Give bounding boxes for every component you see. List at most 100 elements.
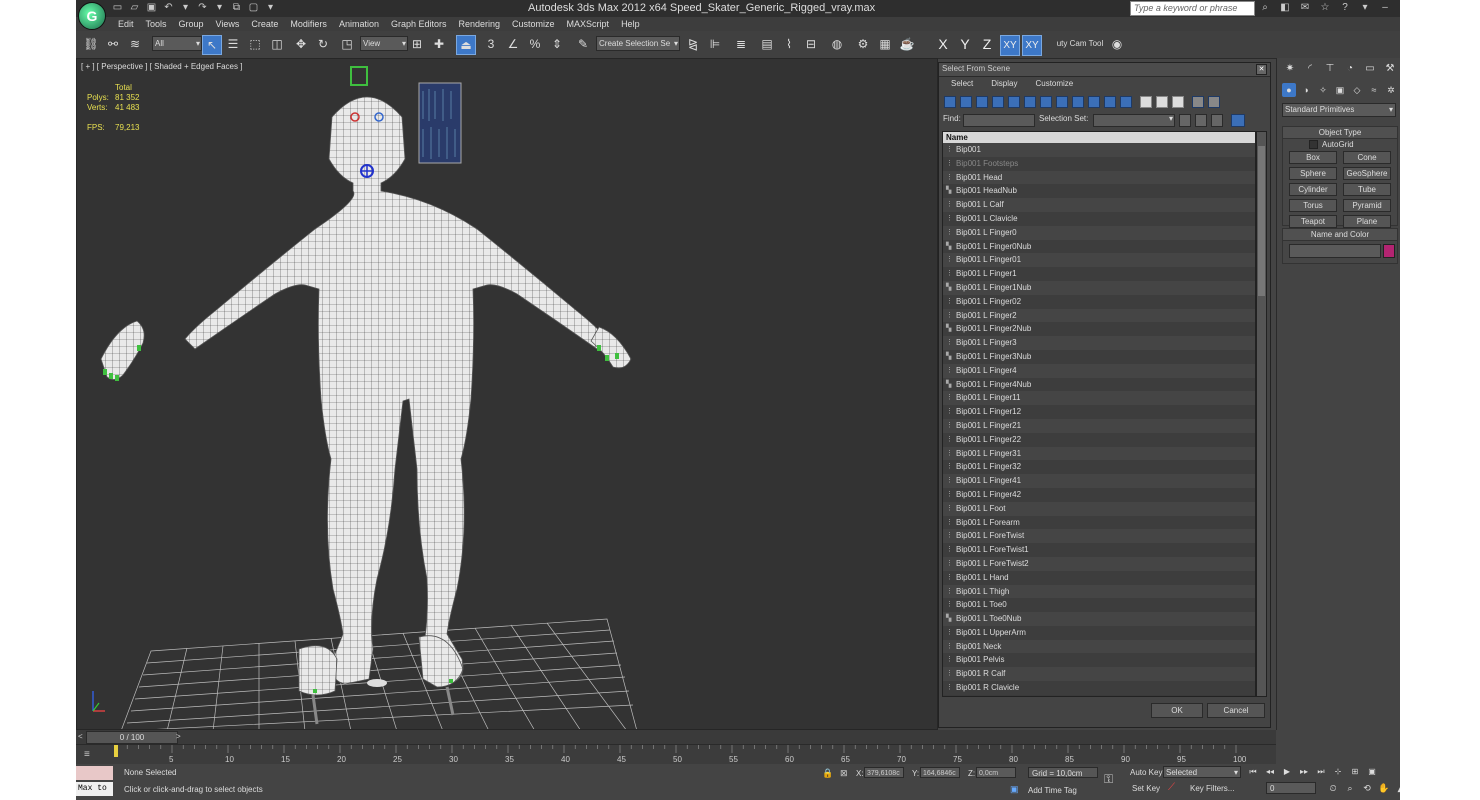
align-icon[interactable]: ⊫ bbox=[706, 35, 724, 53]
display-geometry-icon[interactable] bbox=[944, 96, 956, 108]
torus-button[interactable]: Torus bbox=[1289, 199, 1337, 212]
helpers-category-icon[interactable]: ◇ bbox=[1350, 83, 1364, 97]
current-time-marker[interactable] bbox=[114, 745, 118, 757]
sphere-button[interactable]: Sphere bbox=[1289, 167, 1337, 180]
graphite-tools-icon[interactable]: ▤ bbox=[758, 35, 776, 53]
list-item[interactable]: ⋮ Bip001 L Calf bbox=[943, 198, 1255, 212]
selection-lock-icon[interactable]: 🔒 bbox=[822, 768, 833, 779]
key-mode-dropdown[interactable]: Selected bbox=[1163, 766, 1241, 779]
axis-z-button[interactable]: Z bbox=[978, 35, 996, 54]
communication-icon[interactable]: ✉ bbox=[1298, 1, 1312, 15]
scrollbar-thumb[interactable] bbox=[1258, 146, 1265, 296]
menu-modifiers[interactable]: Modifiers bbox=[284, 18, 333, 30]
object-type-title[interactable]: Object Type bbox=[1283, 127, 1397, 139]
current-frame-field[interactable]: 0 bbox=[1266, 782, 1316, 794]
spinner-snap-icon[interactable]: ⇕ bbox=[548, 35, 566, 53]
cam-tool-label[interactable]: uty Cam Tool bbox=[1056, 35, 1104, 53]
list-item[interactable]: ⋮ Bip001 L Thigh bbox=[943, 584, 1255, 599]
key-mode-toggle-icon[interactable]: ⟋ bbox=[1168, 782, 1175, 793]
maximize-icon[interactable]: ▫ bbox=[1398, 1, 1400, 15]
curve-editor-icon[interactable]: ⌇ bbox=[780, 35, 798, 53]
window-crossing-icon[interactable]: ◫ bbox=[268, 35, 286, 53]
texture-preview-plane[interactable] bbox=[418, 82, 462, 164]
find-input[interactable] bbox=[963, 114, 1035, 127]
undo-icon[interactable]: ↶ bbox=[161, 1, 176, 15]
auto-key-button[interactable]: Auto Key bbox=[1130, 768, 1162, 777]
save-file-icon[interactable]: ▣ bbox=[144, 1, 159, 15]
list-item[interactable]: ⋮ Bip001 L Finger4 bbox=[943, 363, 1255, 378]
track-bar[interactable]: ≡ 5 10 15 20 25 30 35 40 45 50 55 60 65 70 75 80 85 90 95 1… bbox=[76, 744, 1276, 765]
help-dropdown-icon[interactable]: ▾ bbox=[1358, 1, 1372, 15]
selection-set-remove-icon[interactable] bbox=[1195, 114, 1207, 127]
list-item[interactable]: ⋮ Bip001 L Finger21 bbox=[943, 418, 1255, 433]
link-icon[interactable]: ⛓ bbox=[82, 35, 100, 53]
perspective-viewport[interactable]: [ + ] [ Perspective ] [ Shaded + Edged F… bbox=[76, 58, 938, 730]
systems-category-icon[interactable]: ✲ bbox=[1384, 83, 1398, 97]
lights-category-icon[interactable]: ✧ bbox=[1316, 83, 1330, 97]
reference-coordinate-dropdown[interactable]: View bbox=[360, 36, 408, 51]
list-item[interactable]: ⋮ Bip001 Pelvis bbox=[943, 653, 1255, 668]
edit-named-selection-icon[interactable]: ✎ bbox=[574, 35, 592, 53]
autogrid-checkbox[interactable]: AutoGrid bbox=[1309, 140, 1354, 150]
scene-object-list[interactable]: Name ⋮ Bip001 ⋮ Bip001 Footsteps ⋮ Bip001 Hea… bbox=[942, 131, 1256, 697]
time-config-icon[interactable]: ⏲ bbox=[1326, 782, 1340, 794]
list-item[interactable]: ⋮ Bip001 L ForeTwist bbox=[943, 529, 1255, 544]
ok-button[interactable]: OK bbox=[1151, 703, 1203, 718]
favorites-star-icon[interactable]: ☆ bbox=[1318, 1, 1332, 15]
select-manipulate-icon[interactable]: ✚ bbox=[430, 35, 448, 53]
menu-maxscript[interactable]: MAXScript bbox=[561, 18, 616, 30]
teapot-button[interactable]: Teapot bbox=[1289, 215, 1337, 228]
menu-graph-editors[interactable]: Graph Editors bbox=[385, 18, 453, 30]
help-icon[interactable]: ? bbox=[1338, 1, 1352, 15]
display-frozen-icon[interactable] bbox=[1104, 96, 1116, 108]
select-all-icon[interactable] bbox=[1140, 96, 1152, 108]
time-slider[interactable]: 0 / 100 bbox=[86, 731, 178, 744]
list-item[interactable]: ▚ Bip001 L Finger3Nub bbox=[943, 349, 1255, 364]
primitive-type-dropdown[interactable]: Standard Primitives bbox=[1282, 103, 1396, 117]
percent-snap-icon[interactable]: % bbox=[526, 35, 544, 53]
list-item[interactable]: ⋮ Bip001 Neck bbox=[943, 639, 1255, 654]
list-item[interactable]: ⋮ Bip001 L Finger11 bbox=[943, 391, 1255, 406]
list-item[interactable]: ⋮ Bip001 L Finger41 bbox=[943, 474, 1255, 488]
field-of-view-icon[interactable]: ◭ bbox=[1394, 782, 1400, 794]
previous-frame-icon[interactable]: ◂◂ bbox=[1263, 766, 1277, 778]
x-coordinate-field[interactable]: 379,6108c bbox=[864, 767, 904, 778]
list-item[interactable]: ⋮ Bip001 L Finger01 bbox=[943, 253, 1255, 268]
list-item[interactable]: ⋮ Bip001 L ForeTwist1 bbox=[943, 543, 1255, 557]
list-item[interactable]: ⋮ Bip001 Head bbox=[943, 170, 1255, 185]
axis-xy-button[interactable]: XY bbox=[1000, 35, 1020, 56]
column-header-name[interactable]: Name bbox=[943, 132, 1255, 143]
list-item[interactable]: ⋮ Bip001 bbox=[943, 143, 1255, 157]
menu-tools[interactable]: Tools bbox=[140, 18, 173, 30]
dialog-menu-select[interactable]: Select bbox=[939, 77, 979, 91]
display-xrefs-icon[interactable] bbox=[1056, 96, 1068, 108]
play-icon[interactable]: ▶ bbox=[1280, 766, 1294, 778]
set-key-button[interactable]: Set Key bbox=[1132, 784, 1160, 793]
menu-group[interactable]: Group bbox=[173, 18, 210, 30]
display-cameras-icon[interactable] bbox=[992, 96, 1004, 108]
box-button[interactable]: Box bbox=[1289, 151, 1337, 164]
key-filters-button[interactable]: Key Filters... bbox=[1190, 784, 1234, 793]
list-item[interactable]: ⋮ Bip001 L Finger02 bbox=[943, 294, 1255, 309]
list-item[interactable]: ▚ Bip001 L Finger2Nub bbox=[943, 322, 1255, 337]
pyramid-button[interactable]: Pyramid bbox=[1343, 199, 1391, 212]
render-setup-icon[interactable]: ⚙ bbox=[854, 35, 872, 53]
time-next-icon[interactable]: > bbox=[176, 732, 181, 741]
search-input[interactable]: Type a keyword or phrase bbox=[1130, 1, 1255, 16]
list-item[interactable]: ▚ Bip001 HeadNub bbox=[943, 184, 1255, 199]
filter-options-icon[interactable] bbox=[1208, 96, 1220, 108]
menu-help[interactable]: Help bbox=[615, 18, 646, 30]
menu-edit[interactable]: Edit bbox=[112, 18, 140, 30]
scale-icon[interactable]: ◳ bbox=[338, 35, 356, 53]
motion-tab-icon[interactable]: ◔ bbox=[1342, 61, 1358, 77]
y-coordinate-field[interactable]: 164,6846c bbox=[920, 767, 960, 778]
bind-space-warp-icon[interactable]: ≋ bbox=[126, 35, 144, 53]
list-item[interactable]: ▚ Bip001 L Finger1Nub bbox=[943, 280, 1255, 295]
time-prev-icon[interactable]: < bbox=[78, 732, 83, 741]
z-coordinate-field[interactable]: 0,0cm bbox=[976, 767, 1016, 778]
list-item[interactable]: ⋮ Bip001 L Finger31 bbox=[943, 446, 1255, 461]
zoom-icon[interactable]: ⌕ bbox=[1343, 782, 1357, 794]
display-bones-icon[interactable] bbox=[1072, 96, 1084, 108]
list-item[interactable]: ⋮ Bip001 L Finger32 bbox=[943, 460, 1255, 475]
list-item[interactable]: ▚ Bip001 L Toe0Nub bbox=[943, 612, 1255, 626]
